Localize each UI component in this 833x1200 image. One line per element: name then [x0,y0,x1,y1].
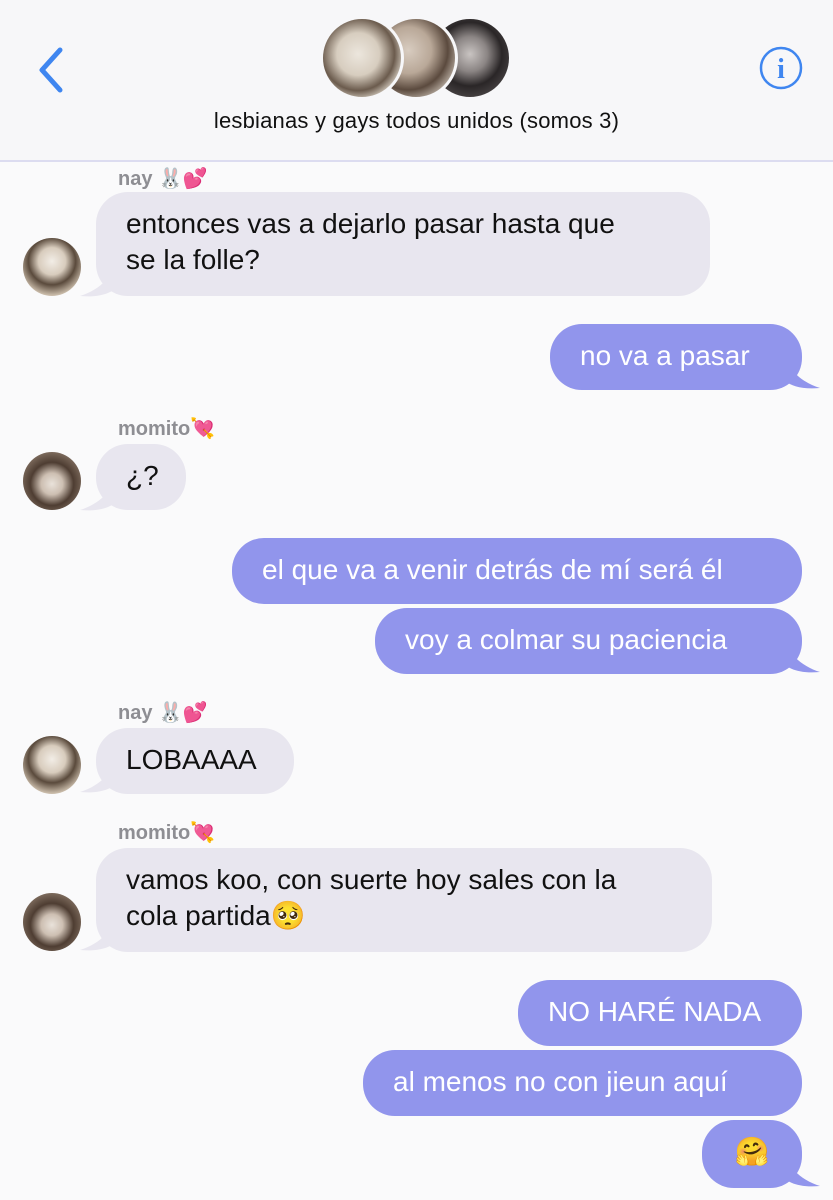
message-text: LOBAAAA [126,744,257,775]
message-bubble[interactable]: ¿? [96,444,186,510]
message-text: NO HARÉ NADA [548,996,762,1027]
message-text: voy a colmar su paciencia [405,624,728,655]
info-icon: i [759,46,803,90]
message-text: se la folle? [126,244,260,275]
sender-avatar[interactable] [23,893,81,951]
message-text: ¿? [126,460,159,491]
message-bubble[interactable]: al menos no con jieun aquí [363,1050,802,1116]
message-text: entonces vas a dejarlo pasar hasta que [126,208,615,239]
sender-avatar[interactable] [23,452,81,510]
message-bubble[interactable]: NO HARÉ NADA [518,980,802,1046]
svg-text:i: i [777,54,785,85]
sender-avatar[interactable] [23,238,81,296]
sender-avatar[interactable] [23,736,81,794]
message-text: cola partida🥺 [126,900,306,931]
message-bubble[interactable]: LOBAAAA [96,728,294,794]
sender-name: momito💘 [118,822,216,844]
group-avatars[interactable] [320,16,520,100]
back-button[interactable] [32,42,72,98]
message-text: 🤗 [734,1136,770,1167]
message-text: vamos koo, con suerte hoy sales con la [126,864,617,895]
message-bubble[interactable]: entonces vas a dejarlo pasar hasta que s… [96,192,710,296]
message-bubble[interactable]: no va a pasar [550,324,802,390]
message-bubble[interactable]: el que va a venir detrás de mí será él [232,538,802,604]
sender-name: nay 🐰💕 [118,702,208,724]
sender-name: momito💘 [118,418,216,440]
message-text: al menos no con jieun aquí [393,1066,728,1097]
info-button[interactable]: i [758,45,804,91]
message-bubble[interactable]: vamos koo, con suerte hoy sales con la c… [96,848,712,952]
group-member-avatar [320,16,404,100]
sender-name: nay 🐰💕 [118,168,208,190]
message-bubble[interactable]: voy a colmar su paciencia [375,608,802,674]
group-title[interactable]: lesbianas y gays todos unidos (somos 3) [0,108,833,134]
message-bubble[interactable]: 🤗 [702,1120,802,1188]
message-text: el que va a venir detrás de mí será él [262,554,723,585]
message-text: no va a pasar [580,340,750,371]
conversation-header: lesbianas y gays todos unidos (somos 3) … [0,0,833,162]
chevron-left-icon [39,47,63,93]
